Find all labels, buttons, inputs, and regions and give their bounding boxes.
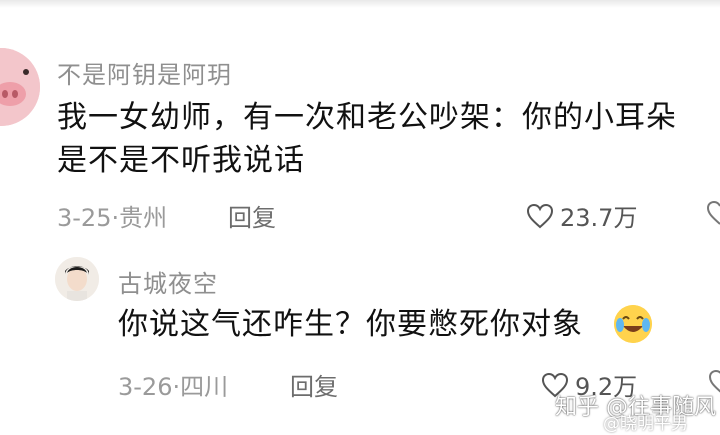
heart-icon <box>526 203 554 228</box>
comment-meta: 3-25·贵州 <box>57 204 168 232</box>
comment-meta: 3-26·四川 <box>118 373 229 401</box>
comment-text-line-1: 我一女幼师，有一次和老公吵架：你的小耳朵 <box>57 100 677 135</box>
like-count: 23.7万 <box>560 204 638 232</box>
like-button[interactable]: 23.7万 <box>526 198 637 233</box>
comment-username[interactable]: 不是阿钥是阿玥 <box>57 55 232 90</box>
comment-text: 你说这气还咋生？你要憋死你对象 <box>118 307 583 342</box>
laugh-cry-emoji-icon <box>614 305 652 343</box>
man-avatar-icon[interactable] <box>55 257 99 301</box>
watermark-secondary: @晓明平男 <box>603 414 688 434</box>
heart-icon-partial <box>706 200 720 228</box>
reply-button[interactable]: 回复 <box>290 367 338 402</box>
reply-button[interactable]: 回复 <box>228 198 276 233</box>
comment-text-line-2: 是不是不听我说话 <box>57 143 305 178</box>
comment-username[interactable]: 古城夜空 <box>118 264 218 299</box>
top-edge <box>0 0 720 8</box>
pig-avatar-icon[interactable] <box>0 48 40 126</box>
